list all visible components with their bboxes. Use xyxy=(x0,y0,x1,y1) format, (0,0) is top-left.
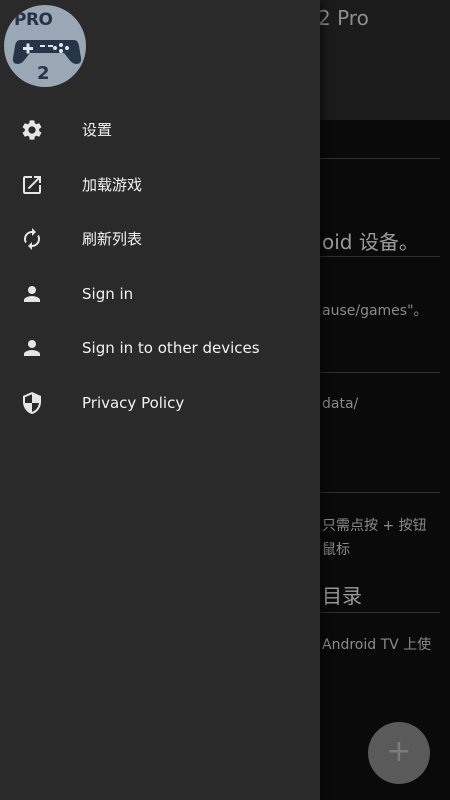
menu-item-label: Sign in to other devices xyxy=(82,339,260,357)
divider xyxy=(310,492,440,493)
menu-item-refresh-list[interactable]: 刷新列表 xyxy=(0,212,320,267)
menu-item-settings[interactable]: 设置 xyxy=(0,103,320,158)
gamepad-icon xyxy=(12,40,82,64)
menu-item-label: 刷新列表 xyxy=(82,230,143,248)
divider xyxy=(310,372,440,373)
menu-item-label: 加载游戏 xyxy=(82,175,143,194)
menu-item-label: Privacy Policy xyxy=(82,393,185,412)
menu-item-sign-in[interactable]: Sign in xyxy=(0,267,320,322)
drawer-menu: 设置 加载游戏 刷新列表 Sign in Sign in to other de… xyxy=(0,103,320,430)
menu-item-sign-in-other-devices[interactable]: Sign in to other devices xyxy=(0,321,320,376)
app-logo: PRO 2 xyxy=(4,5,86,87)
divider xyxy=(310,612,440,613)
logo-pro-text: PRO xyxy=(14,10,53,30)
navigation-drawer: PRO 2 设置 加载游戏 刷新列表 Sign in Sign in to ot… xyxy=(0,0,320,800)
section-heading: oid 设备。 xyxy=(322,230,419,254)
refresh-icon xyxy=(24,228,40,250)
menu-item-privacy-policy[interactable]: Privacy Policy xyxy=(0,376,320,431)
logo-2-text: 2 xyxy=(37,63,50,84)
person-icon xyxy=(24,285,40,302)
hint-text-line1: 只需点按 + 按钮 xyxy=(322,518,427,534)
menu-item-label: Sign in xyxy=(82,284,134,303)
drawer-header: PRO 2 xyxy=(0,0,320,100)
app-title: 2 Pro xyxy=(318,6,369,30)
data-path-text: data/ xyxy=(322,396,359,412)
hint-text-line2: 鼠标 xyxy=(322,542,350,558)
games-path-text: ause/games"。 xyxy=(322,303,428,319)
person-icon xyxy=(24,340,40,356)
menu-item-label: 设置 xyxy=(82,121,113,139)
divider xyxy=(310,256,440,257)
shield-icon xyxy=(23,391,41,414)
gear-icon xyxy=(22,120,42,140)
section-heading-directory: 目录 xyxy=(322,584,362,608)
open-in-new-icon xyxy=(23,175,41,194)
add-fab-button[interactable]: + xyxy=(368,722,430,784)
android-tv-text: Android TV 上使 xyxy=(322,637,432,653)
menu-item-load-game[interactable]: 加载游戏 xyxy=(0,158,320,213)
divider xyxy=(310,158,440,159)
